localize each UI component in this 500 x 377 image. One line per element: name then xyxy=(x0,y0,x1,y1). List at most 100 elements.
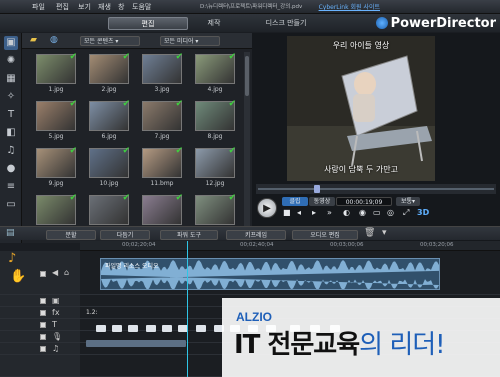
split-button[interactable]: 분할 xyxy=(46,230,96,240)
fast-forward-icon[interactable]: » xyxy=(327,208,332,217)
volume-icon[interactable]: ◐ xyxy=(343,208,350,217)
library-thumbnail[interactable]: ✔ xyxy=(89,52,130,84)
track-enable-checkbox[interactable] xyxy=(40,310,46,316)
movie-mode-button[interactable]: 동영상 xyxy=(309,197,335,206)
track-video-icon: ▣ xyxy=(52,296,60,305)
library-thumbnail[interactable]: ✔ xyxy=(89,146,130,178)
track-label: 1.2: xyxy=(86,309,98,316)
library-thumbnail[interactable]: ✔ xyxy=(89,193,130,225)
delete-icon[interactable]: 🗑 xyxy=(364,228,375,238)
menu-file[interactable]: 파일 xyxy=(32,2,45,12)
keyframe-button[interactable]: 키프레임 xyxy=(226,230,286,240)
library-thumbnail[interactable]: ✔ xyxy=(142,99,183,131)
library-thumbnail[interactable]: ✔ xyxy=(36,193,77,225)
library-thumbnail[interactable]: ✔ xyxy=(36,146,77,178)
library-scrollbar[interactable] xyxy=(244,52,250,240)
title-clip[interactable] xyxy=(128,325,138,332)
more-options-icon[interactable]: ▾ xyxy=(382,228,387,238)
thumbnail-caption: 10.jpg xyxy=(99,180,119,187)
fullscreen-icon[interactable]: ⤢ xyxy=(403,208,409,218)
track-audio-icon: ◀ xyxy=(52,268,59,277)
download-media-icon[interactable]: ◍ xyxy=(50,35,58,45)
menu-play[interactable]: 재생 xyxy=(98,2,111,12)
library-thumbnail[interactable]: ✔ xyxy=(195,52,236,84)
track-enable-checkbox[interactable] xyxy=(40,271,46,277)
tab-create-disc[interactable]: 디스크 만들기 xyxy=(246,17,326,30)
library-thumbnail[interactable]: ✔ xyxy=(142,146,183,178)
library-thumbnail[interactable]: ✔ xyxy=(89,99,130,131)
tab-produce[interactable]: 제작 xyxy=(174,17,254,30)
track-hand-icon[interactable]: ✋ xyxy=(10,269,26,284)
dvd-preview-icon[interactable]: ◎ xyxy=(387,208,394,217)
thumbnail-caption: 7.jpg xyxy=(154,133,170,140)
previous-frame-icon[interactable]: ◂ xyxy=(297,208,301,217)
thumbnail-caption: 3.jpg xyxy=(154,86,170,93)
pip-room-icon[interactable]: ▦ xyxy=(4,72,18,86)
thumbnail-caption: 9.jpg xyxy=(48,180,64,187)
menu-view[interactable]: 보기 xyxy=(78,2,91,12)
audio-edit-button[interactable]: 오디오 편집 xyxy=(292,230,358,240)
play-button[interactable]: ▶ xyxy=(257,198,277,218)
media-room-icon[interactable]: ▣ xyxy=(4,36,18,50)
track-lock-icon[interactable]: ♪ xyxy=(8,251,16,266)
track-enable-checkbox[interactable] xyxy=(40,346,46,352)
track-enable-checkbox[interactable] xyxy=(40,298,46,304)
content-filter-dropdown[interactable]: 모든 콘텐츠 ▾ xyxy=(80,36,140,46)
voice-over-icon[interactable]: ● xyxy=(4,162,18,176)
media-filter-dropdown[interactable]: 모든 미디어 ▾ xyxy=(160,36,220,46)
preview-frame-image xyxy=(287,36,435,181)
snapshot-icon[interactable]: ◉ xyxy=(359,208,366,217)
voice-clip[interactable] xyxy=(86,340,186,347)
effect-room-icon[interactable]: ✺ xyxy=(4,54,18,68)
thumbnail-caption: 2.jpg xyxy=(101,86,117,93)
library-thumbnail[interactable]: ✔ xyxy=(36,52,77,84)
thumbnail-caption: 6.jpg xyxy=(101,133,117,140)
timeline-ruler[interactable]: 00;02;20;04 00;02;40;04 00;03;00;06 00;0… xyxy=(80,241,500,251)
menu-help[interactable]: 도움말 xyxy=(132,2,151,12)
title-clip[interactable] xyxy=(112,325,122,332)
library-thumbnail[interactable]: ✔ xyxy=(195,193,236,225)
thumbnail-caption: 12.jpg xyxy=(205,180,225,187)
library-thumbnail[interactable]: ✔ xyxy=(195,146,236,178)
member-site-link[interactable]: CyberLink 회원 사이트 xyxy=(319,2,380,11)
transition-room-icon[interactable]: ◧ xyxy=(4,126,18,140)
library-thumbnail[interactable]: ✔ xyxy=(195,99,236,131)
next-frame-icon[interactable]: ▸ xyxy=(312,208,316,217)
track-lock-toggle-icon[interactable]: ⌂ xyxy=(64,268,69,277)
timeline-view-icon[interactable]: ▤ xyxy=(6,228,15,238)
title-clip[interactable] xyxy=(146,325,156,332)
title-room-icon[interactable]: T xyxy=(4,108,18,122)
library-thumbnail[interactable]: ✔ xyxy=(142,52,183,84)
power-tools-button[interactable]: 파워 도구 xyxy=(160,230,218,240)
particle-room-icon[interactable]: ✧ xyxy=(4,90,18,104)
menu-edit[interactable]: 편집 xyxy=(56,2,69,12)
room-toolbar: ▣ ✺ ▦ ✧ T ◧ ♫ ● ≡ ▭ xyxy=(0,33,22,243)
audio-clip[interactable]: 파일명 리소스 오디오 xyxy=(100,258,440,290)
detach-preview-icon[interactable]: ▭ xyxy=(373,208,381,217)
thumbnail-caption: 11.bmp xyxy=(150,180,174,187)
preview-scrubber[interactable] xyxy=(256,184,496,194)
subtitle-room-icon[interactable]: ▭ xyxy=(4,198,18,212)
timecode-display[interactable]: 00:00:19;09 xyxy=(336,197,392,206)
track-enable-checkbox[interactable] xyxy=(40,334,46,340)
audio-mixing-icon[interactable]: ♫ xyxy=(4,144,18,158)
powerdirector-logo-icon xyxy=(375,17,388,29)
stop-icon[interactable]: ■ xyxy=(283,208,291,217)
menu-window[interactable]: 창 xyxy=(118,2,124,12)
title-clip[interactable] xyxy=(162,325,172,332)
track-enable-checkbox[interactable] xyxy=(40,322,46,328)
timeline-playhead[interactable] xyxy=(187,241,188,377)
trim-button[interactable]: 다듬기 xyxy=(100,230,150,240)
clip-mode-button[interactable]: 클립 xyxy=(282,197,308,206)
scrubber-handle[interactable] xyxy=(314,185,320,193)
library-thumbnail[interactable]: ✔ xyxy=(36,99,77,131)
quality-dropdown[interactable]: 보통▾ xyxy=(396,197,420,206)
chapter-room-icon[interactable]: ≡ xyxy=(4,180,18,194)
audio-clip-name: 파일명 리소스 오디오 xyxy=(105,263,159,270)
library-thumbnail[interactable]: ✔ xyxy=(142,193,183,225)
import-folder-icon[interactable]: ▰ xyxy=(30,35,37,45)
timeline-toolbar: ▤ 분할 다듬기 파워 도구 키프레임 오디오 편집 🗑 ▾ xyxy=(0,226,500,240)
title-clip[interactable] xyxy=(96,325,106,332)
title-clip[interactable] xyxy=(196,325,206,332)
mode-3d-toggle[interactable]: 3D xyxy=(417,208,429,217)
